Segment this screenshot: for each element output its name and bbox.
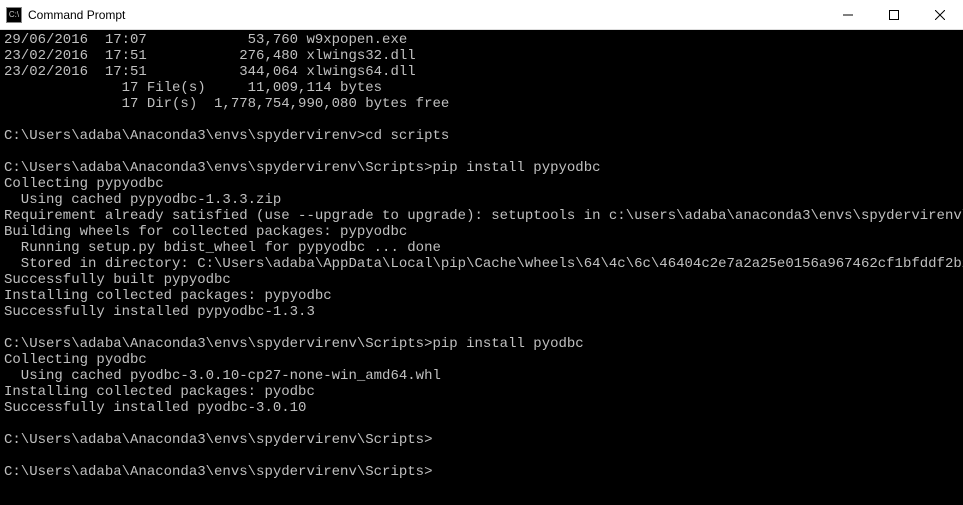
terminal-line: Running setup.py bdist_wheel for pypyodb… (4, 240, 959, 256)
maximize-icon (889, 10, 899, 20)
close-button[interactable] (917, 0, 963, 29)
terminal-line: Successfully built pypyodbc (4, 272, 959, 288)
terminal-line: Building wheels for collected packages: … (4, 224, 959, 240)
terminal-line: 23/02/2016 17:51 276,480 xlwings32.dll (4, 48, 959, 64)
terminal-line (4, 144, 959, 160)
terminal-line (4, 416, 959, 432)
terminal-line: 29/06/2016 17:07 53,760 w9xpopen.exe (4, 32, 959, 48)
terminal-line: C:\Users\adaba\Anaconda3\envs\spydervire… (4, 128, 959, 144)
titlebar-left: C:\ Command Prompt (0, 7, 125, 23)
terminal-line: Collecting pypyodbc (4, 176, 959, 192)
maximize-button[interactable] (871, 0, 917, 29)
terminal-line: Installing collected packages: pypyodbc (4, 288, 959, 304)
minimize-button[interactable] (825, 0, 871, 29)
terminal-line: C:\Users\adaba\Anaconda3\envs\spydervire… (4, 464, 959, 480)
terminal-line: Using cached pyodbc-3.0.10-cp27-none-win… (4, 368, 959, 384)
terminal-line: Collecting pyodbc (4, 352, 959, 368)
window-titlebar: C:\ Command Prompt (0, 0, 963, 30)
terminal-line: Successfully installed pypyodbc-1.3.3 (4, 304, 959, 320)
terminal-line: Using cached pypyodbc-1.3.3.zip (4, 192, 959, 208)
terminal-line: Successfully installed pyodbc-3.0.10 (4, 400, 959, 416)
minimize-icon (843, 10, 853, 20)
close-icon (935, 10, 945, 20)
terminal-line (4, 320, 959, 336)
terminal-line: C:\Users\adaba\Anaconda3\envs\spydervire… (4, 160, 959, 176)
terminal-line: 17 File(s) 11,009,114 bytes (4, 80, 959, 96)
terminal-line: 17 Dir(s) 1,778,754,990,080 bytes free (4, 96, 959, 112)
terminal-line: 23/02/2016 17:51 344,064 xlwings64.dll (4, 64, 959, 80)
terminal-line: C:\Users\adaba\Anaconda3\envs\spydervire… (4, 432, 959, 448)
terminal-line: Requirement already satisfied (use --upg… (4, 208, 959, 224)
window-title: Command Prompt (28, 8, 125, 22)
terminal-output[interactable]: 29/06/2016 17:07 53,760 w9xpopen.exe23/0… (0, 30, 963, 482)
terminal-line: Stored in directory: C:\Users\adaba\AppD… (4, 256, 959, 272)
terminal-line: C:\Users\adaba\Anaconda3\envs\spydervire… (4, 336, 959, 352)
cmd-icon: C:\ (6, 7, 22, 23)
terminal-line (4, 448, 959, 464)
terminal-line: Installing collected packages: pyodbc (4, 384, 959, 400)
terminal-line (4, 112, 959, 128)
window-controls (825, 0, 963, 29)
